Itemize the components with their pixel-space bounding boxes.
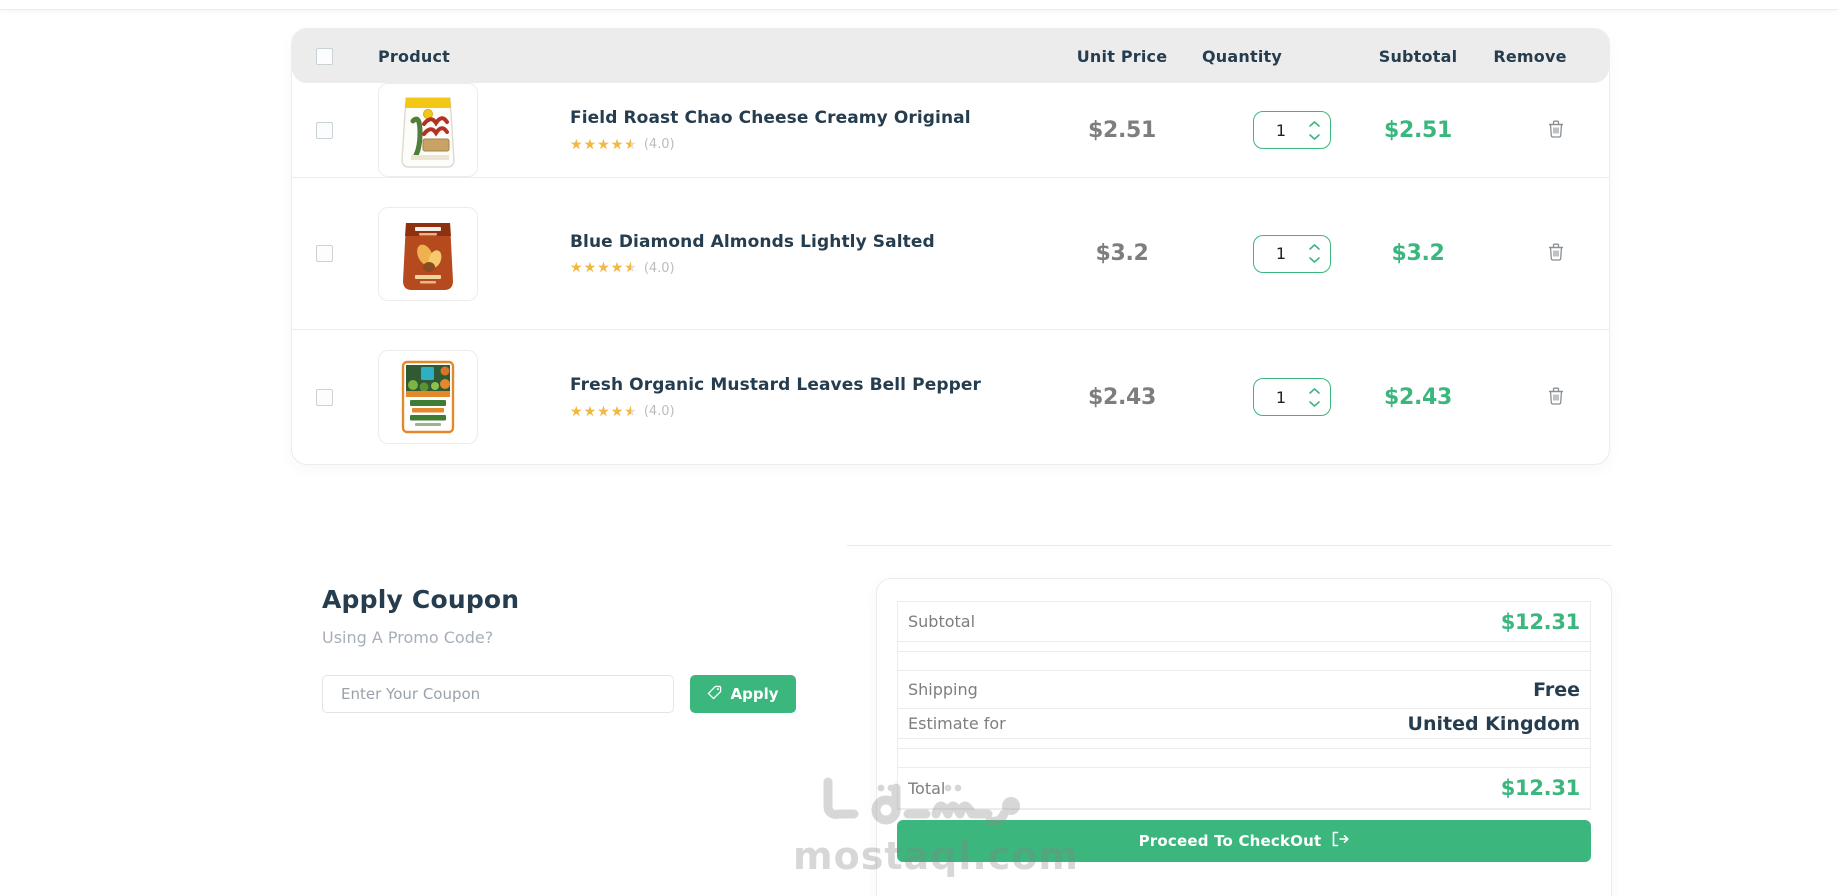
row-checkbox[interactable] xyxy=(316,388,333,406)
summary-total-label: Total xyxy=(908,778,946,798)
remove-item-button[interactable] xyxy=(1546,118,1566,143)
summary-spacer xyxy=(898,749,1590,768)
remove-item-button[interactable] xyxy=(1546,385,1566,410)
rating-stars: ★★★★★★★★★★ xyxy=(570,405,637,419)
cart-table: Product Unit Price Quantity Subtotal Rem… xyxy=(291,28,1610,465)
chevron-down-icon[interactable] xyxy=(1308,257,1320,263)
checkout-button-label: Proceed To CheckOut xyxy=(1138,832,1322,850)
quantity-value[interactable]: 1 xyxy=(1254,244,1304,263)
rating-value: (4.0) xyxy=(643,137,675,152)
trash-icon xyxy=(1548,387,1564,408)
summary-spacer xyxy=(898,642,1590,652)
chevron-up-icon[interactable] xyxy=(1308,387,1320,394)
select-all-checkbox[interactable] xyxy=(316,47,333,65)
proceed-to-checkout-button[interactable]: Proceed To CheckOut xyxy=(897,820,1591,862)
star-icon: ★★ xyxy=(597,403,610,420)
star-icon: ★★ xyxy=(583,260,597,276)
star-icon: ★★ xyxy=(570,136,583,153)
quantity-value[interactable]: 1 xyxy=(1254,121,1304,140)
header-subtotal: Subtotal xyxy=(1378,46,1458,66)
product-name[interactable]: Fresh Organic Mustard Leaves Bell Pepper xyxy=(570,375,1062,395)
unit-price: $3.2 xyxy=(1095,241,1149,266)
summary-shipping-label: Shipping xyxy=(908,680,978,699)
product-name[interactable]: Blue Diamond Almonds Lightly Salted xyxy=(570,232,1062,252)
product-image xyxy=(378,350,478,444)
summary-subtotal-value: $12.31 xyxy=(1500,609,1581,634)
star-icon: ★★ xyxy=(610,136,624,153)
star-icon: ★★ xyxy=(610,403,624,420)
section-divider xyxy=(847,545,1612,546)
order-summary-table: Subtotal $12.31 Shipping Free Estimate f… xyxy=(897,601,1591,810)
quantity-stepper[interactable]: 1 xyxy=(1253,234,1331,273)
trash-icon xyxy=(1548,120,1564,141)
product-image xyxy=(378,83,478,177)
row-subtotal: $2.51 xyxy=(1383,117,1453,143)
product-image xyxy=(378,206,478,301)
star-icon: ★★ xyxy=(624,403,637,420)
header-unit-price: Unit Price xyxy=(1076,46,1168,66)
star-icon: ★★ xyxy=(610,260,624,276)
apply-coupon-button[interactable]: Apply xyxy=(690,675,796,713)
exit-arrow-icon xyxy=(1331,831,1349,851)
cart-table-header: Product Unit Price Quantity Subtotal Rem… xyxy=(292,29,1609,83)
summary-subtotal-label: Subtotal xyxy=(908,612,976,631)
rating-stars: ★★★★★★★★★★ xyxy=(570,138,637,152)
coupon-section: Apply Coupon Using A Promo Code? Apply xyxy=(322,585,796,713)
summary-total-value: $12.31 xyxy=(1500,776,1581,800)
unit-price: $2.51 xyxy=(1087,117,1157,143)
header-product: Product xyxy=(378,46,450,66)
navbar-bottom-edge xyxy=(0,0,1838,10)
chevron-up-icon[interactable] xyxy=(1308,244,1320,250)
product-name[interactable]: Field Roast Chao Cheese Creamy Original xyxy=(570,108,1062,128)
quantity-value[interactable]: 1 xyxy=(1254,388,1304,407)
chevron-down-icon[interactable] xyxy=(1308,133,1320,140)
star-icon: ★★ xyxy=(597,260,610,276)
tag-icon xyxy=(707,685,722,704)
row-subtotal: $3.2 xyxy=(1391,241,1445,266)
rating-value: (4.0) xyxy=(643,260,675,276)
quantity-stepper[interactable]: 1 xyxy=(1253,111,1331,149)
summary-spacer xyxy=(898,739,1590,749)
apply-button-label: Apply xyxy=(730,685,779,703)
cart-row: Fresh Organic Mustard Leaves Bell Pepper… xyxy=(292,329,1609,464)
star-icon: ★★ xyxy=(570,403,583,420)
summary-estimate-value: United Kingdom xyxy=(1407,712,1580,735)
star-icon: ★★ xyxy=(583,136,597,153)
cart-rows: Field Roast Chao Cheese Creamy Original … xyxy=(292,83,1609,464)
row-subtotal: $2.43 xyxy=(1383,384,1453,410)
star-icon: ★★ xyxy=(570,260,583,276)
trash-icon xyxy=(1548,243,1564,264)
row-checkbox[interactable] xyxy=(316,121,333,139)
summary-estimate-label: Estimate for xyxy=(908,714,1006,733)
cart-row: Field Roast Chao Cheese Creamy Original … xyxy=(292,83,1609,177)
coupon-input[interactable] xyxy=(322,675,674,713)
cart-row: Blue Diamond Almonds Lightly Salted ★ ★ ★ ★… xyxy=(292,177,1609,329)
header-remove: Remove xyxy=(1493,46,1567,66)
header-quantity: Quantity xyxy=(1202,46,1282,66)
star-icon: ★★ xyxy=(624,260,637,276)
coupon-subtitle: Using A Promo Code? xyxy=(322,628,494,647)
coupon-title: Apply Coupon xyxy=(322,585,520,614)
star-icon: ★★ xyxy=(583,403,597,420)
summary-shipping-value: Free xyxy=(1533,678,1580,701)
star-icon: ★★ xyxy=(597,136,610,153)
unit-price: $2.43 xyxy=(1087,384,1157,410)
remove-item-button[interactable] xyxy=(1546,241,1566,266)
chevron-down-icon[interactable] xyxy=(1308,400,1320,407)
star-icon: ★★ xyxy=(624,136,637,153)
row-checkbox[interactable] xyxy=(316,245,333,262)
chevron-up-icon[interactable] xyxy=(1308,120,1320,127)
quantity-stepper[interactable]: 1 xyxy=(1253,378,1331,416)
rating-value: (4.0) xyxy=(643,404,675,419)
rating-stars: ★★★★★★★★★★ xyxy=(570,261,637,275)
order-summary-card: Subtotal $12.31 Shipping Free Estimate f… xyxy=(876,578,1612,896)
summary-spacer xyxy=(898,652,1590,671)
